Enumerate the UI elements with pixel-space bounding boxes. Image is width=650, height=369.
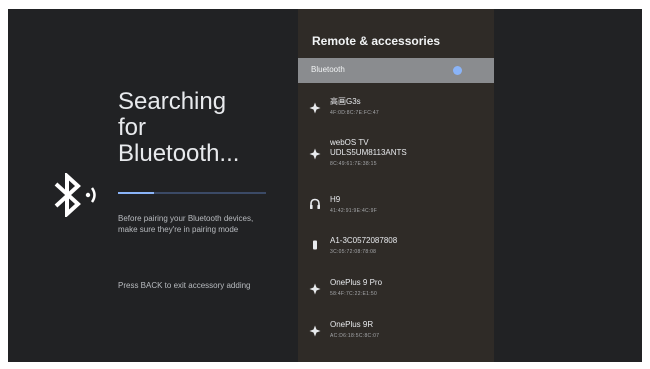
device-address: 4F:0D:8C:7E:FC:47 [330, 110, 380, 116]
device-name: A1-3C0572087808 [330, 236, 398, 245]
device-address: 8C:49:61:7E:38:15 [330, 161, 377, 167]
device-name: webOS TV UDLS5UM8113ANTS [330, 138, 407, 157]
bluetooth-searching-icon [54, 173, 96, 217]
device-item[interactable]: A1-3C0572087808 3C:05:72:08:78:08 [298, 231, 494, 267]
device-item[interactable]: OnePlus 9 Pro 58:4F:7C:22:E1:50 [298, 273, 494, 309]
title-line-2: for [118, 114, 147, 141]
search-progress-fill [118, 192, 154, 194]
search-progress-bar [118, 192, 266, 194]
device-address: AC:D6:18:5C:8C:07 [330, 333, 380, 339]
title-line-1: Searching [118, 88, 227, 115]
device-name: H9 [330, 195, 341, 204]
device-name: OnePlus 9R [330, 320, 374, 329]
title-line-3: Bluetooth... [118, 140, 240, 167]
bluetooth-icon [309, 102, 321, 114]
bluetooth-icon [309, 148, 321, 160]
phone-icon [313, 240, 317, 250]
device-address: 3C:05:72:08:78:08 [330, 249, 377, 255]
back-hint: Press BACK to exit accessory adding [118, 281, 251, 290]
device-name: OnePlus 9 Pro [330, 278, 383, 287]
device-item[interactable]: 高画G3s 4F:0D:8C:7E:FC:47 [298, 93, 494, 129]
device-address: 58:4F:7C:22:E1:50 [330, 291, 378, 297]
device-item[interactable]: H9 41:42:91:9E:4C:9F [298, 189, 494, 225]
pairing-hint: Before pairing your Bluetooth devices, m… [118, 214, 254, 234]
searching-title: Searching for Bluetooth... [118, 89, 288, 167]
device-address: 41:42:91:9E:4C:9F [330, 208, 378, 214]
bluetooth-menu-label: Bluetooth [311, 65, 345, 74]
device-name: 高画G3s [330, 97, 361, 106]
remote-accessories-panel: Remote & accessories Bluetooth 高画G3s 4F:… [298, 9, 494, 362]
bluetooth-menu-item[interactable]: Bluetooth [298, 58, 494, 83]
tv-screen: Searching for Bluetooth... Before pairin… [8, 9, 642, 362]
bluetooth-icon [309, 283, 321, 295]
device-item[interactable]: webOS TV UDLS5UM8113ANTS 8C:49:61:7E:38:… [298, 136, 494, 178]
bluetooth-icon [309, 325, 321, 337]
device-item[interactable]: OnePlus 9R AC:D6:18:5C:8C:07 [298, 315, 494, 351]
panel-title: Remote & accessories [312, 34, 441, 48]
headphones-icon [310, 198, 320, 209]
bluetooth-toggle-indicator [453, 66, 462, 75]
